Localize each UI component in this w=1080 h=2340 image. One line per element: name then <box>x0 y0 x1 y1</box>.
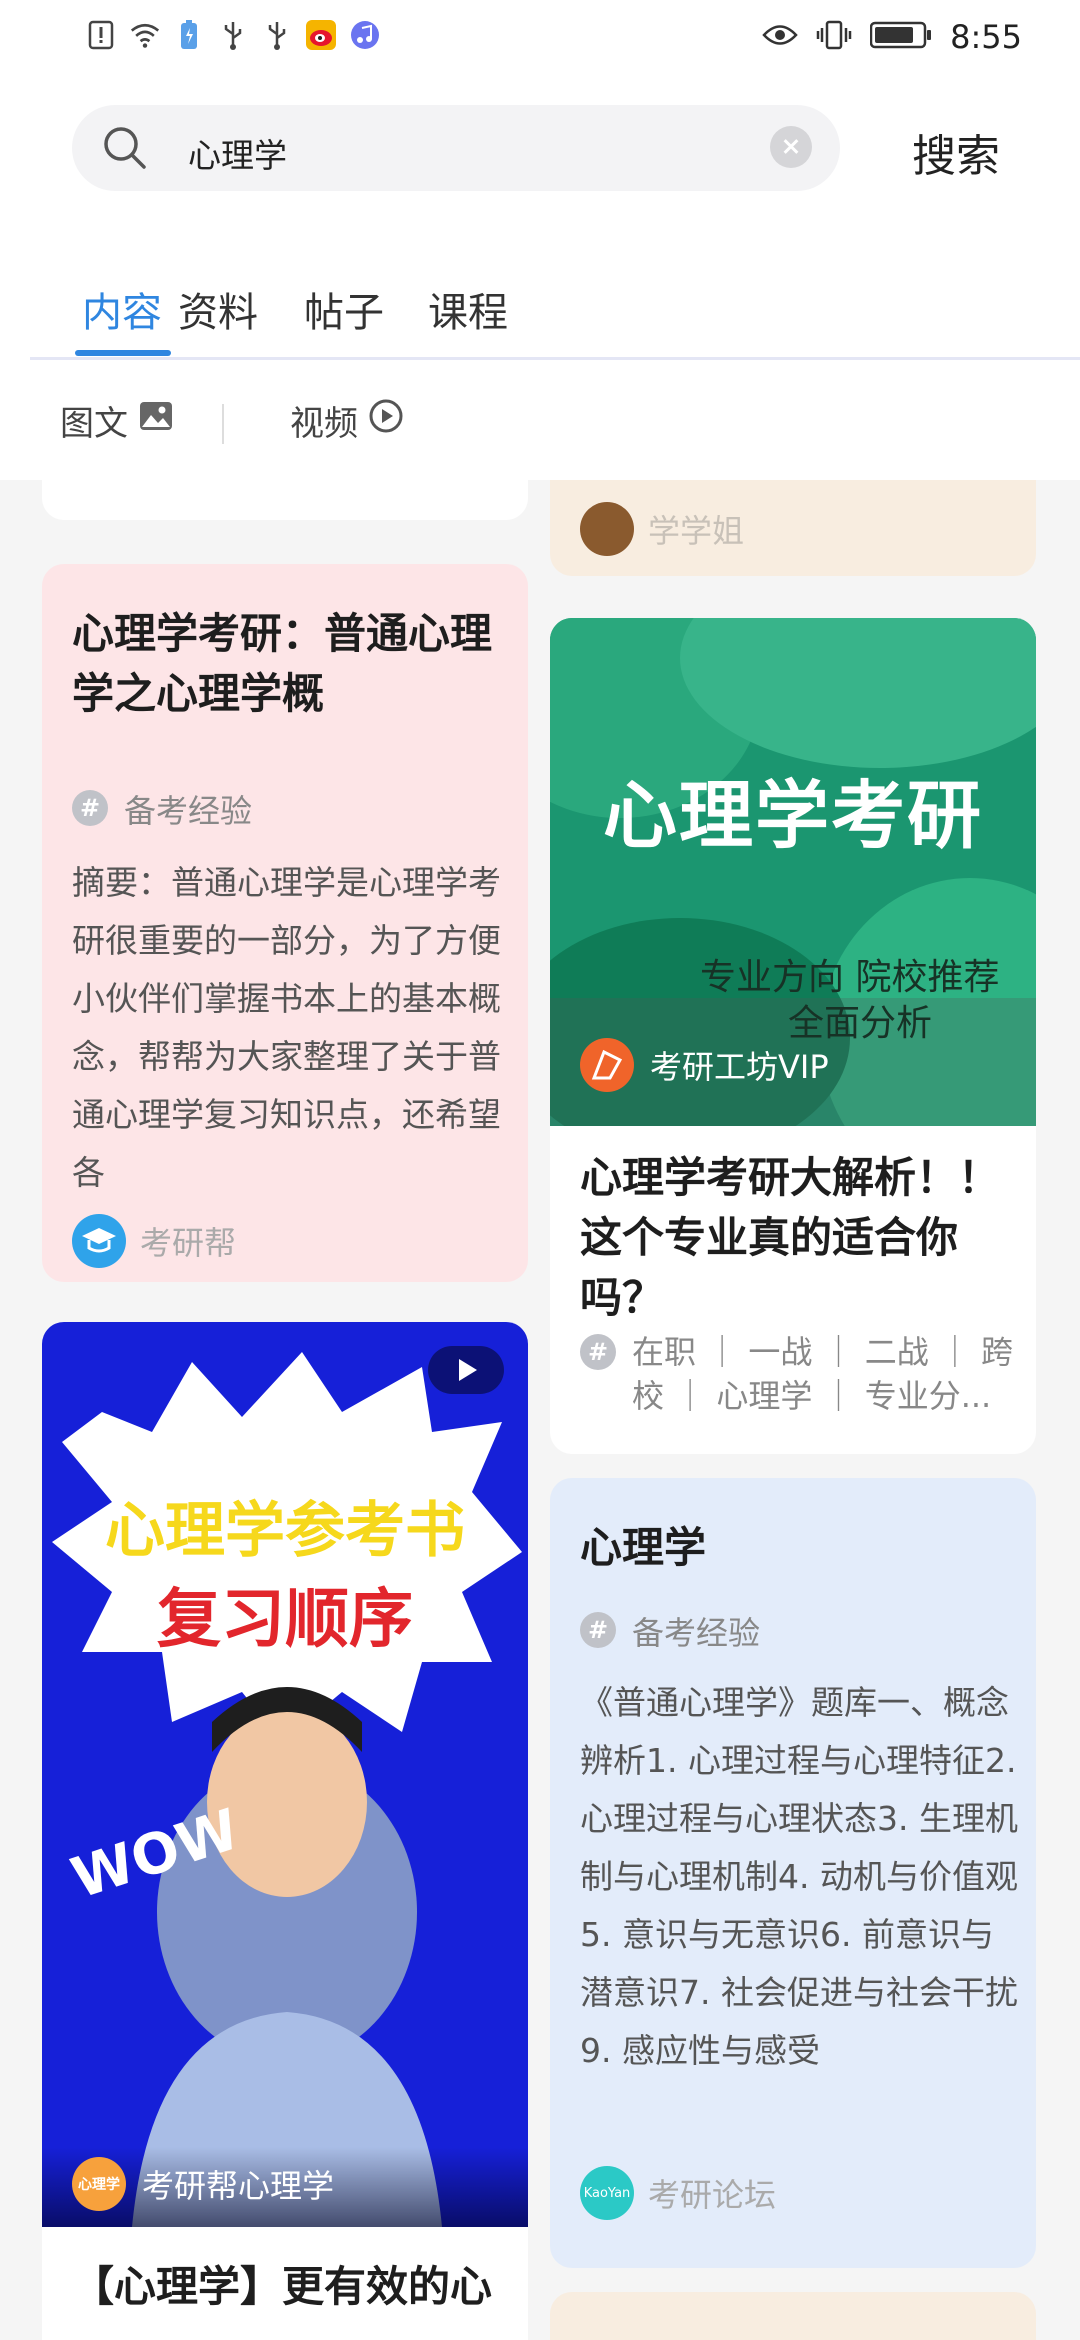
filter-bar: 图文 视频 <box>0 372 1080 480</box>
battery-saver-icon <box>174 20 204 50</box>
usb-icon <box>218 20 248 50</box>
filter-divider <box>222 404 224 444</box>
author-name: 考研论坛 <box>648 2176 777 2214</box>
thumbnail-line-1: 心理学参考书 <box>105 1496 465 1566</box>
thumbnail-line-2: 复习顺序 <box>157 1583 413 1657</box>
avatar <box>580 1038 634 1092</box>
status-icons-left <box>86 20 380 50</box>
music-icon <box>350 20 380 50</box>
hashtag-icon: # <box>580 1334 616 1370</box>
search-icon <box>100 123 150 173</box>
avatar <box>72 1214 126 1268</box>
image-icon <box>138 400 174 441</box>
avatar: KaoYan <box>580 2166 634 2220</box>
feed-card-video[interactable]: 心理学参考书 复习顺序 WOW 心理学 考研帮心理学 【心理学】更有效的心 <box>42 1322 528 2340</box>
play-circle-icon <box>368 398 404 443</box>
tag-list: 在职 ｜ 一战 ｜ 二战 ｜ 跨校 ｜ 心理学 ｜ 专业分... <box>632 1333 1014 1415</box>
feed-card-partial[interactable]: 学学姐 <box>550 480 1036 576</box>
thumbnail-artwork <box>52 1352 522 2227</box>
tab-materials[interactable]: 资料 <box>178 280 258 338</box>
tag-label: 备考经验 <box>632 1614 761 1652</box>
card-title: 心理学 <box>580 1523 707 1572</box>
card-title: 心理学考研：普通心理学之心理学概 <box>72 609 493 718</box>
vibrate-icon <box>816 20 852 54</box>
author-name: 考研工坊VIP <box>650 1048 829 1086</box>
author-name: 考研帮 <box>140 1224 237 1262</box>
battery-icon <box>869 21 932 53</box>
content-tabs: 内容 资料 帖子 课程 <box>30 270 1080 360</box>
feed-card-article[interactable]: 心理学 # 备考经验 《普通心理学》题库一、概念辨析1. 心理过程与心理特征2.… <box>550 1478 1036 2268</box>
filter-label: 视频 <box>290 404 358 444</box>
tab-posts[interactable]: 帖子 <box>304 280 384 338</box>
search-query[interactable]: 心理学 <box>188 129 287 177</box>
hashtag-icon: # <box>72 790 108 826</box>
thumbnail-author: 考研工坊VIP <box>580 1038 829 1092</box>
filter-label: 图文 <box>60 404 128 444</box>
play-icon[interactable] <box>428 1346 504 1394</box>
card-author: KaoYan 考研论坛 <box>580 2166 776 2220</box>
filter-image-text[interactable]: 图文 <box>60 396 174 445</box>
feed-card-article[interactable]: 心理学考研：普通心理学之心理学概 # 备考经验 摘要：普通心理学是心理学考研很重… <box>42 564 528 1282</box>
tab-courses[interactable]: 课程 <box>428 280 508 338</box>
status-icons-right: 8:55 <box>762 18 1022 56</box>
feed-card-partial[interactable] <box>42 480 528 520</box>
wifi-icon <box>130 20 160 50</box>
status-time: 8:55 <box>950 18 1022 56</box>
avatar: 心理学 <box>72 2157 126 2211</box>
card-title: 【心理学】更有效的心 <box>72 2262 493 2311</box>
clear-icon[interactable] <box>770 126 812 168</box>
thumbnail-subheading: 专业方向 院校推荐 <box>700 957 1000 998</box>
card-tag: # 备考经验 <box>72 786 252 832</box>
promo-thumbnail: 心理学考研 专业方向 院校推荐 全面分析 考研工坊VIP <box>550 618 1036 1126</box>
active-tab-indicator <box>75 350 171 356</box>
card-abstract: 《普通心理学》题库一、概念辨析1. 心理过程与心理特征2. 心理过程与心理状态3… <box>580 1683 1018 2070</box>
usb-icon <box>262 20 292 50</box>
status-bar: 8:55 <box>0 0 1080 80</box>
card-abstract: 摘要：普通心理学是心理学考研很重要的一部分，为了方便小伙伴们掌握书本上的基本概念… <box>72 863 501 1192</box>
filter-video[interactable]: 视频 <box>290 396 404 445</box>
card-title: 心理学考研大解析！！这个专业真的适合你吗？ <box>580 1153 1001 1322</box>
card-author: 考研帮 <box>72 1214 236 1268</box>
hashtag-icon: # <box>580 1612 616 1648</box>
tag-label: 备考经验 <box>124 792 253 830</box>
alert-icon <box>86 20 116 50</box>
author-name: 考研帮心理学 <box>142 2167 335 2205</box>
card-tag: # 备考经验 <box>580 1608 760 1654</box>
video-thumbnail: 心理学参考书 复习顺序 WOW 心理学 考研帮心理学 <box>42 1322 528 2227</box>
search-button[interactable]: 搜索 <box>912 120 1000 184</box>
weibo-icon <box>306 20 336 50</box>
search-input[interactable]: 心理学 <box>72 105 840 191</box>
feed-card-promo[interactable]: 心理学考研 专业方向 院校推荐 全面分析 考研工坊VIP 心理学考研大解析！！这… <box>550 618 1036 1454</box>
author-name: 学学姐 <box>648 512 745 550</box>
eye-icon <box>762 22 798 52</box>
thumbnail-heading: 心理学考研 <box>603 773 983 859</box>
tab-content[interactable]: 内容 <box>82 280 162 338</box>
thumbnail-author: 心理学 考研帮心理学 <box>72 2157 334 2211</box>
avatar <box>580 502 634 556</box>
card-author: 学学姐 <box>580 502 744 556</box>
card-tags: # 在职 ｜ 一战 ｜ 二战 ｜ 跨校 ｜ 心理学 ｜ 专业分... <box>580 1330 1020 1418</box>
content-feed[interactable]: 学学姐 心理学考研：普通心理学之心理学概 # 备考经验 摘要：普通心理学是心理学… <box>0 480 1080 2340</box>
feed-card-partial[interactable] <box>550 2292 1036 2340</box>
